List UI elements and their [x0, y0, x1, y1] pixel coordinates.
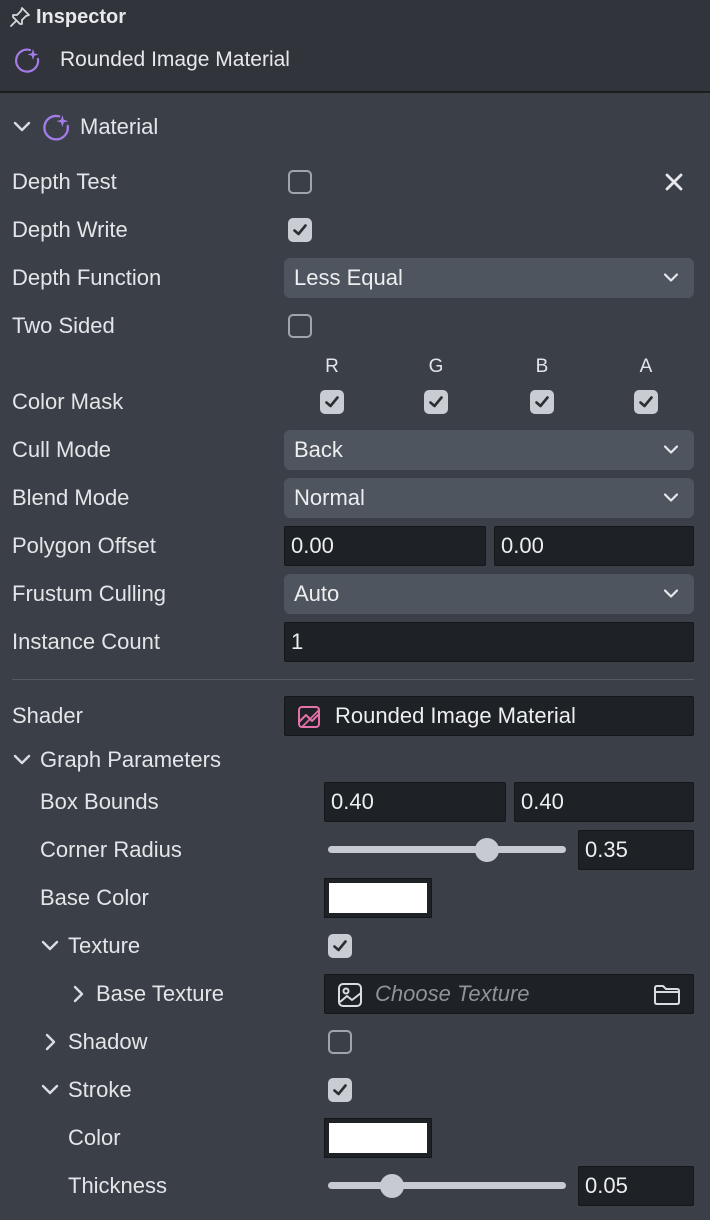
polygon-offset-units-input[interactable]: 0.00 — [494, 526, 694, 566]
chevron-down-icon[interactable] — [12, 119, 32, 135]
chevron-down-icon — [663, 445, 679, 454]
material-section-icon — [43, 114, 69, 141]
checkmark-icon — [333, 940, 347, 952]
chevron-down-icon — [663, 493, 679, 502]
frustum-culling-value: Auto — [294, 581, 340, 606]
texture-checkbox[interactable] — [328, 934, 352, 958]
material-icon — [15, 48, 40, 73]
two-sided-checkbox[interactable] — [288, 314, 312, 338]
asset-name: Rounded Image Material — [60, 48, 290, 71]
shader-label: Shader — [12, 703, 83, 728]
chevron-down-icon — [663, 273, 679, 282]
chevron-down-icon[interactable] — [40, 1082, 60, 1098]
base-color-fill — [329, 883, 427, 913]
checkmark-icon — [429, 396, 443, 408]
instance-count-label: Instance Count — [12, 629, 160, 654]
polygon-offset-label: Polygon Offset — [12, 533, 156, 558]
polygon-offset-factor-input[interactable]: 0.00 — [284, 526, 486, 566]
thickness-slider-track[interactable] — [328, 1182, 566, 1189]
shader-value: Rounded Image Material — [335, 703, 576, 728]
asset-row: Rounded Image Material — [12, 44, 290, 76]
stroke-label[interactable]: Stroke — [68, 1076, 132, 1104]
box-bounds-label: Box Bounds — [40, 789, 159, 814]
chevron-down-icon — [663, 589, 679, 598]
shader-asset-field[interactable]: Rounded Image Material — [284, 696, 694, 736]
cull-mode-label: Cull Mode — [12, 437, 112, 462]
depth-write-label: Depth Write — [12, 217, 128, 242]
chevron-right-icon[interactable] — [42, 1032, 58, 1052]
color-mask-g-checkbox[interactable] — [424, 390, 448, 414]
section-divider — [12, 679, 694, 680]
cull-mode-dropdown[interactable]: Back — [284, 430, 694, 470]
thickness-input[interactable]: 0.05 — [578, 1166, 694, 1206]
blend-mode-value: Normal — [294, 485, 365, 510]
corner-radius-slider-track[interactable] — [328, 846, 566, 853]
shadow-label[interactable]: Shadow — [68, 1028, 148, 1056]
base-texture-label[interactable]: Base Texture — [96, 980, 224, 1008]
base-texture-picker[interactable]: Choose Texture — [324, 974, 694, 1014]
chevron-right-icon[interactable] — [70, 984, 86, 1004]
base-color-swatch[interactable] — [324, 878, 432, 918]
base-texture-placeholder: Choose Texture — [375, 981, 530, 1006]
pin-icon[interactable] — [8, 5, 32, 29]
stroke-color-label: Color — [68, 1125, 121, 1150]
frustum-culling-label: Frustum Culling — [12, 581, 167, 606]
corner-radius-slider-handle[interactable] — [475, 838, 500, 862]
checkmark-icon — [325, 396, 339, 408]
color-mask-a-checkbox[interactable] — [634, 390, 658, 414]
texture-image-icon — [338, 983, 362, 1007]
stroke-color-fill — [329, 1123, 427, 1153]
stroke-checkbox[interactable] — [328, 1078, 352, 1102]
graph-parameters-label[interactable]: Graph Parameters — [40, 746, 221, 774]
depth-function-dropdown[interactable]: Less Equal — [284, 258, 694, 298]
chevron-down-icon[interactable] — [40, 938, 60, 954]
depth-function-value: Less Equal — [294, 265, 403, 290]
inspector-title-row: Inspector — [8, 4, 126, 30]
blend-mode-dropdown[interactable]: Normal — [284, 478, 694, 518]
checkmark-icon — [535, 396, 549, 408]
shadow-checkbox[interactable] — [328, 1030, 352, 1054]
two-sided-label: Two Sided — [12, 313, 115, 338]
color-mask-label: Color Mask — [12, 389, 124, 414]
panel-title: Inspector — [36, 5, 127, 28]
checkmark-icon — [333, 1084, 347, 1096]
color-mask-b-checkbox[interactable] — [530, 390, 554, 414]
box-bounds-x-input[interactable]: 0.40 — [324, 782, 506, 822]
corner-radius-label: Corner Radius — [40, 837, 182, 862]
frustum-culling-dropdown[interactable]: Auto — [284, 574, 694, 614]
inspector-header: Inspector Rounded Image Material — [0, 0, 710, 93]
image-icon — [298, 706, 320, 728]
base-color-label: Base Color — [40, 885, 149, 910]
depth-function-label: Depth Function — [12, 265, 162, 290]
chevron-down-icon[interactable] — [12, 752, 32, 768]
corner-radius-input[interactable]: 0.35 — [578, 830, 694, 870]
blend-mode-label: Blend Mode — [12, 485, 130, 510]
stroke-color-swatch[interactable] — [324, 1118, 432, 1158]
close-icon[interactable] — [664, 172, 684, 192]
checkmark-icon — [293, 224, 307, 236]
checkmark-icon — [639, 396, 653, 408]
color-mask-b-label: B — [535, 356, 549, 377]
color-mask-r-label: R — [325, 356, 339, 377]
thickness-slider-handle[interactable] — [380, 1174, 405, 1198]
color-mask-a-label: A — [639, 356, 653, 377]
texture-label[interactable]: Texture — [68, 932, 140, 960]
depth-test-label: Depth Test — [12, 169, 117, 194]
thickness-label: Thickness — [68, 1173, 168, 1198]
box-bounds-y-input[interactable]: 0.40 — [514, 782, 694, 822]
depth-test-checkbox[interactable] — [288, 170, 312, 194]
depth-write-checkbox[interactable] — [288, 218, 312, 242]
instance-count-input[interactable]: 1 — [284, 622, 694, 662]
color-mask-g-label: G — [428, 356, 444, 377]
folder-icon[interactable] — [653, 983, 681, 1007]
color-mask-r-checkbox[interactable] — [320, 390, 344, 414]
cull-mode-value: Back — [294, 437, 343, 462]
material-section-label[interactable]: Material — [80, 113, 158, 141]
